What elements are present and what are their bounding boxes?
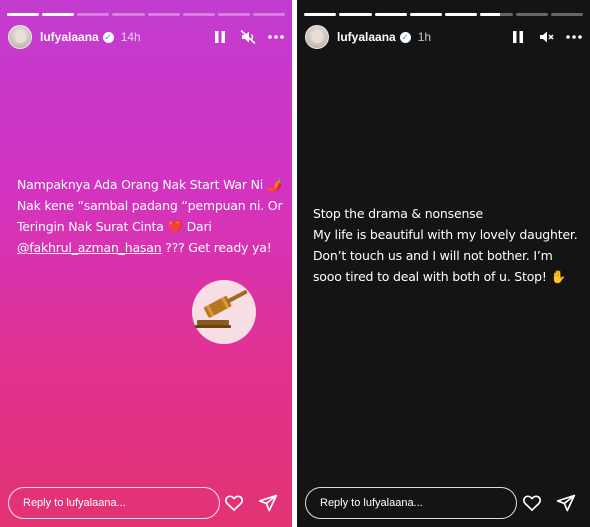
- mention-link[interactable]: @fakhrul_azman_hasan: [17, 240, 162, 255]
- send-icon[interactable]: [258, 493, 278, 513]
- reply-input[interactable]: Reply to lufyalaana...: [8, 487, 220, 519]
- heart-icon[interactable]: [224, 493, 244, 513]
- more-icon[interactable]: [268, 29, 284, 45]
- gavel-icon: [195, 290, 248, 328]
- progress-segment: [550, 13, 583, 16]
- mute-icon[interactable]: [240, 29, 256, 45]
- progress-segment: [147, 13, 180, 16]
- progress-segment: [77, 13, 110, 16]
- story-left[interactable]: lufyalaana ✓ 14h Nampaknya Ada Orang Nak…: [0, 0, 292, 527]
- story-text-line: Don’t touch us and I will not bother. I’…: [313, 248, 553, 263]
- story-text-line: sooo tired to deal with both of u. Stop!…: [313, 269, 566, 284]
- avatar[interactable]: [8, 25, 32, 49]
- pause-icon[interactable]: [510, 29, 526, 45]
- verified-icon: ✓: [102, 31, 114, 43]
- progress-segment: [252, 13, 285, 16]
- story-text-line: Nak kene “sambal padang “pempuan ni. Or: [17, 198, 283, 213]
- reply-input[interactable]: Reply to lufyalaana...: [305, 487, 517, 519]
- progress-segment: [7, 13, 40, 16]
- progress-segment: [339, 13, 372, 16]
- pause-icon[interactable]: [212, 29, 228, 45]
- story-text-line: Stop the drama & nonsense: [313, 206, 483, 221]
- progress-segment: [515, 13, 548, 16]
- post-time: 14h: [120, 30, 141, 44]
- reply-bar: Reply to lufyalaana...: [297, 479, 590, 527]
- progress-segment: [304, 13, 337, 16]
- heart-icon[interactable]: [522, 493, 542, 513]
- story-header: lufyalaana ✓ 14h: [8, 24, 284, 50]
- story-text-line: My life is beautiful with my lovely daug…: [313, 227, 578, 242]
- story-text: Stop the drama & nonsense My life is bea…: [313, 203, 585, 287]
- reply-bar: Reply to lufyalaana...: [0, 479, 292, 527]
- progress-segment: [480, 13, 513, 16]
- send-icon[interactable]: [556, 493, 576, 513]
- verified-icon: ✓: [399, 31, 411, 43]
- username[interactable]: lufyalaana: [40, 30, 99, 44]
- progress-segment: [112, 13, 145, 16]
- story-right[interactable]: lufyalaana ✓ 1h Stop the drama & nonsens…: [297, 0, 590, 527]
- progress-segment: [374, 13, 407, 16]
- progress-segment: [217, 13, 250, 16]
- avatar[interactable]: [305, 25, 329, 49]
- progress-segment: [445, 13, 478, 16]
- progress-segment: [42, 13, 75, 16]
- story-text-line: Teringin Nak Surat Cinta ❤️ Dari: [17, 219, 212, 234]
- mention-suffix: ??? Get ready ya!: [161, 240, 272, 255]
- story-text-line: Nampaknya Ada Orang Nak Start War Ni 🌶️: [17, 177, 283, 192]
- progress-segment: [409, 13, 442, 16]
- post-time: 1h: [417, 30, 432, 44]
- story-text: Nampaknya Ada Orang Nak Start War Ni 🌶️ …: [17, 174, 287, 258]
- progress-segment: [182, 13, 215, 16]
- volume-icon[interactable]: [538, 29, 554, 45]
- story-header: lufyalaana ✓ 1h: [305, 24, 582, 50]
- more-icon[interactable]: [566, 29, 582, 45]
- username[interactable]: lufyalaana: [337, 30, 396, 44]
- progress-bar: [304, 13, 583, 16]
- gavel-sticker[interactable]: [192, 280, 256, 344]
- progress-bar: [7, 13, 285, 16]
- story-text-line: @fakhrul_azman_hasan ??? Get ready ya!: [17, 237, 287, 258]
